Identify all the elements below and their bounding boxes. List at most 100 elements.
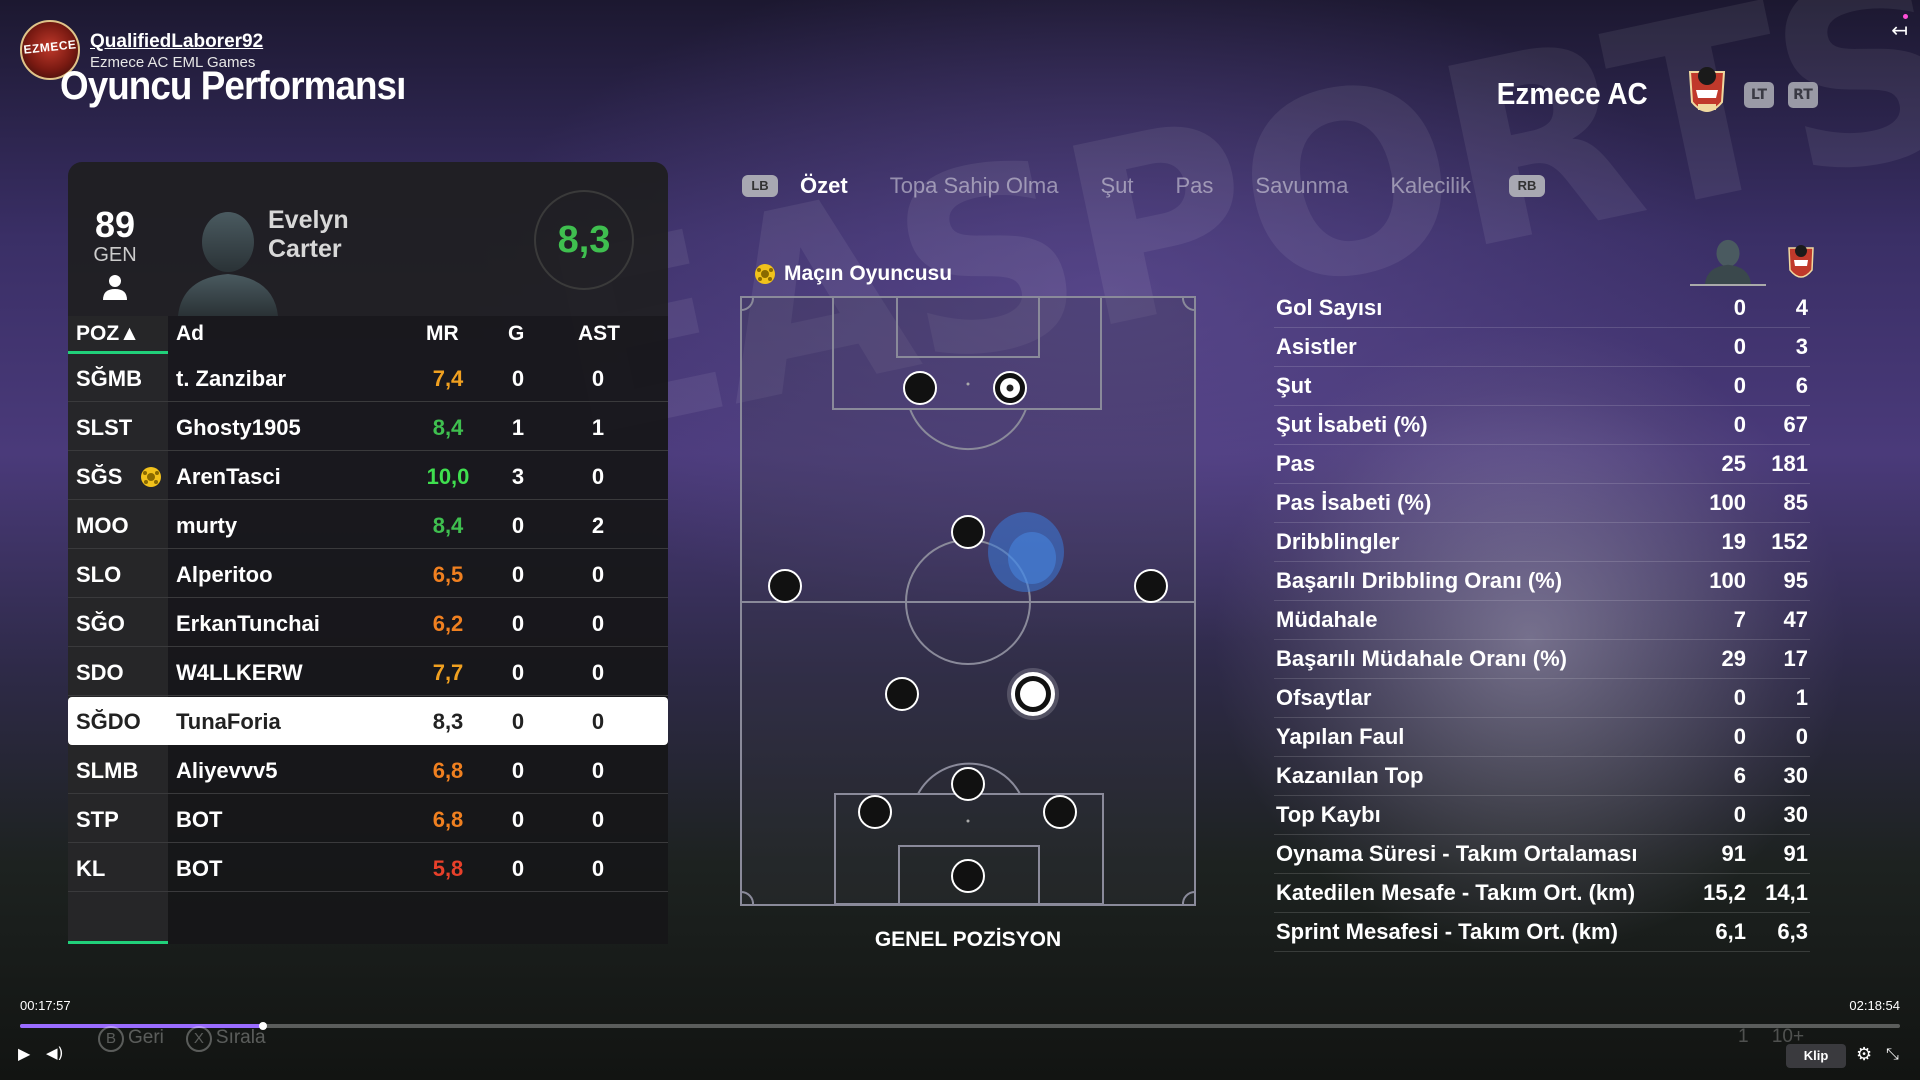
stat-team-value: 0 bbox=[1795, 724, 1808, 749]
fullscreen-icon[interactable]: ⤡ bbox=[1886, 1044, 1899, 1064]
stat-team-value: 17 bbox=[1783, 646, 1808, 671]
player-marker bbox=[858, 795, 892, 829]
motm-player-marker bbox=[993, 371, 1027, 405]
stat-label: Dribblingler bbox=[1276, 529, 1400, 554]
table-header: POZ▲ Ad MR G AST bbox=[68, 316, 668, 354]
cell-match-rating: 8,4 bbox=[432, 415, 464, 440]
player-marker bbox=[768, 569, 802, 603]
stat-row: Şut İsabeti (%) 0 67 bbox=[1274, 406, 1810, 445]
settings-icon[interactable]: ⚙ bbox=[1856, 1044, 1872, 1065]
stat-player-value: 25 bbox=[1721, 451, 1746, 476]
stat-team-value: 95 bbox=[1783, 568, 1808, 593]
stat-team-value: 3 bbox=[1795, 334, 1808, 359]
play-icon[interactable]: ▶ bbox=[18, 1044, 30, 1063]
cell-match-rating: 6,8 bbox=[432, 758, 464, 783]
tab-ozet[interactable]: Özet bbox=[800, 173, 848, 199]
table-row[interactable]: STP BOT 6,8 0 0 bbox=[68, 795, 668, 843]
cell-name: ErkanTunchai bbox=[176, 611, 320, 636]
stat-player-value: 0 bbox=[1733, 685, 1746, 710]
player-marker bbox=[951, 515, 985, 549]
cell-assists: 0 bbox=[591, 366, 605, 391]
x-button-icon: X bbox=[185, 1026, 212, 1052]
cell-name: t. Zanzibar bbox=[176, 366, 287, 391]
stat-label: Müdahale bbox=[1276, 607, 1378, 632]
rb-bumper-button[interactable]: RB bbox=[1509, 175, 1546, 197]
stat-label: Yapılan Faul bbox=[1276, 724, 1405, 749]
table-row[interactable]: SLST Ghosty1905 8,4 1 1 bbox=[68, 403, 668, 451]
stat-team-value: 85 bbox=[1783, 490, 1808, 515]
motm-text: Maçın Oyuncusu bbox=[784, 262, 953, 285]
cell-goals: 3 bbox=[511, 464, 525, 489]
volume-icon[interactable]: ◀) bbox=[46, 1044, 63, 1062]
lt-trigger-button[interactable]: LT bbox=[1744, 82, 1774, 108]
cell-name: Alperitoo bbox=[176, 562, 273, 587]
exit-fullscreen-icon[interactable]: ↤ bbox=[1891, 18, 1908, 42]
player-column-silhouette-icon bbox=[1690, 239, 1766, 286]
header-goals[interactable]: G bbox=[508, 322, 524, 346]
stat-label: Gol Sayısı bbox=[1276, 295, 1383, 320]
cell-position: SĞS bbox=[76, 464, 123, 489]
progress-bar[interactable] bbox=[20, 1022, 1900, 1030]
stat-row: Kazanılan Top 6 30 bbox=[1274, 757, 1810, 796]
tab-sut[interactable]: Şut bbox=[1100, 173, 1133, 199]
table-row[interactable]: SDO W4LLKERW 7,7 0 0 bbox=[68, 648, 668, 696]
cell-goals: 0 bbox=[511, 660, 525, 685]
b-button-icon: B bbox=[98, 1026, 124, 1052]
header-name[interactable]: Ad bbox=[176, 322, 204, 346]
table-row[interactable]: SĞDO TunaForia 8,3 0 0 bbox=[68, 697, 668, 745]
player-marker bbox=[903, 371, 937, 405]
lb-bumper-button[interactable]: LB bbox=[742, 175, 778, 197]
stat-player-value: 0 bbox=[1733, 724, 1746, 749]
table-row[interactable]: SĞS ArenTasci 10,0 3 0 bbox=[68, 452, 668, 500]
motm-ball-icon bbox=[141, 467, 161, 487]
cell-assists: 0 bbox=[591, 709, 605, 734]
table-row[interactable]: SLMB Aliyevvv5 6,8 0 0 bbox=[68, 746, 668, 794]
table-row[interactable]: KL BOT 5,8 0 0 bbox=[68, 844, 668, 892]
stat-row: Şut 0 6 bbox=[1274, 367, 1810, 406]
clip-button[interactable]: Klip bbox=[1786, 1044, 1846, 1068]
stat-player-value: 0 bbox=[1733, 802, 1746, 827]
tab-topa-sahip-olma[interactable]: Topa Sahip Olma bbox=[890, 173, 1059, 199]
cell-position: KL bbox=[76, 856, 106, 881]
tab-pas[interactable]: Pas bbox=[1175, 173, 1213, 199]
player-marker bbox=[951, 859, 985, 893]
header-position[interactable]: POZ▲ bbox=[76, 322, 140, 346]
stat-row: Başarılı Müdahale Oranı (%) 29 17 bbox=[1274, 640, 1810, 679]
cell-name: Ghosty1905 bbox=[176, 415, 301, 440]
table-row[interactable]: SĞMB t. Zanzibar 7,4 0 0 bbox=[68, 354, 668, 402]
stat-player-value: 29 bbox=[1721, 646, 1746, 671]
overall-label: GEN bbox=[93, 244, 137, 266]
stat-team-value: 4 bbox=[1795, 295, 1808, 320]
clip-label: Klip bbox=[1803, 1048, 1829, 1063]
page-title: Oyuncu Performansı bbox=[60, 64, 406, 108]
cell-assists: 0 bbox=[591, 562, 605, 587]
player-last-name: Carter bbox=[268, 235, 342, 263]
stat-player-value: 0 bbox=[1733, 334, 1746, 359]
header-mr[interactable]: MR bbox=[426, 322, 459, 346]
rt-trigger-button[interactable]: RT bbox=[1788, 82, 1818, 108]
table-row[interactable]: SLO Alperitoo 6,5 0 0 bbox=[68, 550, 668, 598]
stat-player-value: 0 bbox=[1733, 295, 1746, 320]
cell-goals: 0 bbox=[511, 611, 525, 636]
channel-logo-text: EZMECE bbox=[22, 37, 78, 57]
channel-name[interactable]: QualifiedLaborer92 bbox=[90, 30, 263, 54]
tab-kalecilik[interactable]: Kalecilik bbox=[1390, 173, 1471, 199]
table-row[interactable]: SĞO ErkanTunchai 6,2 0 0 bbox=[68, 599, 668, 647]
table-row[interactable]: MOO murty 8,4 0 2 bbox=[68, 501, 668, 549]
stat-player-value: 6 bbox=[1733, 763, 1746, 788]
stat-team-value: 181 bbox=[1771, 451, 1808, 476]
stat-label: Sprint Mesafesi - Takım Ort. (km) bbox=[1276, 919, 1618, 944]
stat-label: Pas İsabeti (%) bbox=[1276, 490, 1432, 515]
cell-match-rating: 6,5 bbox=[432, 562, 464, 587]
cell-position: SDO bbox=[76, 660, 124, 685]
tab-savunma[interactable]: Savunma bbox=[1255, 173, 1348, 199]
cell-goals: 0 bbox=[511, 513, 525, 538]
stat-team-value: 91 bbox=[1783, 841, 1808, 866]
stat-row: Ofsaytlar 0 1 bbox=[1274, 679, 1810, 718]
header-assists[interactable]: AST bbox=[578, 322, 620, 346]
cell-assists: 0 bbox=[591, 807, 605, 832]
stat-team-value: 6 bbox=[1795, 373, 1808, 398]
cell-match-rating: 8,3 bbox=[432, 709, 464, 734]
faint-num: 1 bbox=[1738, 1026, 1749, 1047]
person-icon bbox=[103, 275, 127, 300]
